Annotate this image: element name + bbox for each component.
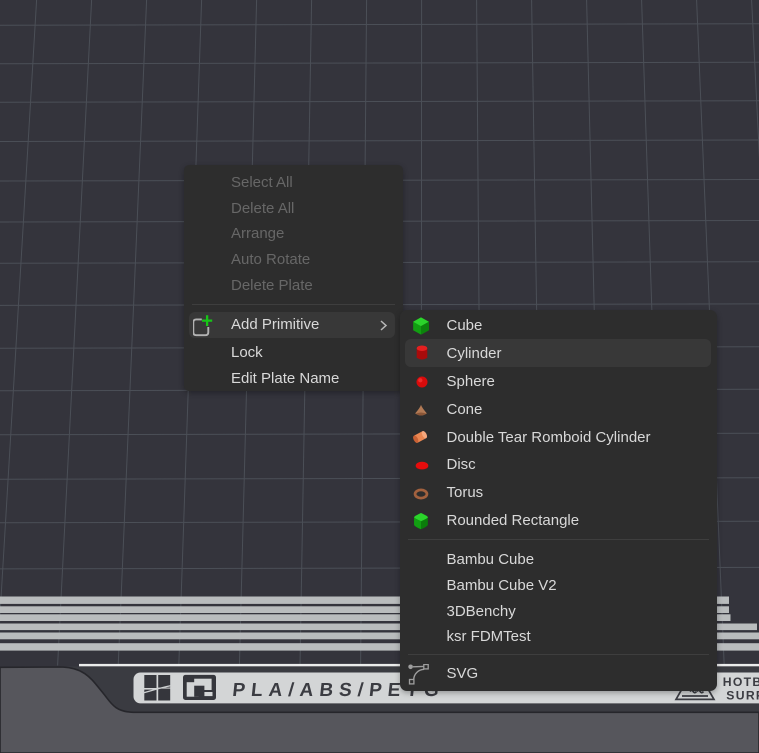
svg-text:SURF: SURF [726,688,759,702]
svg-text:HOTB: HOTB [723,675,759,689]
